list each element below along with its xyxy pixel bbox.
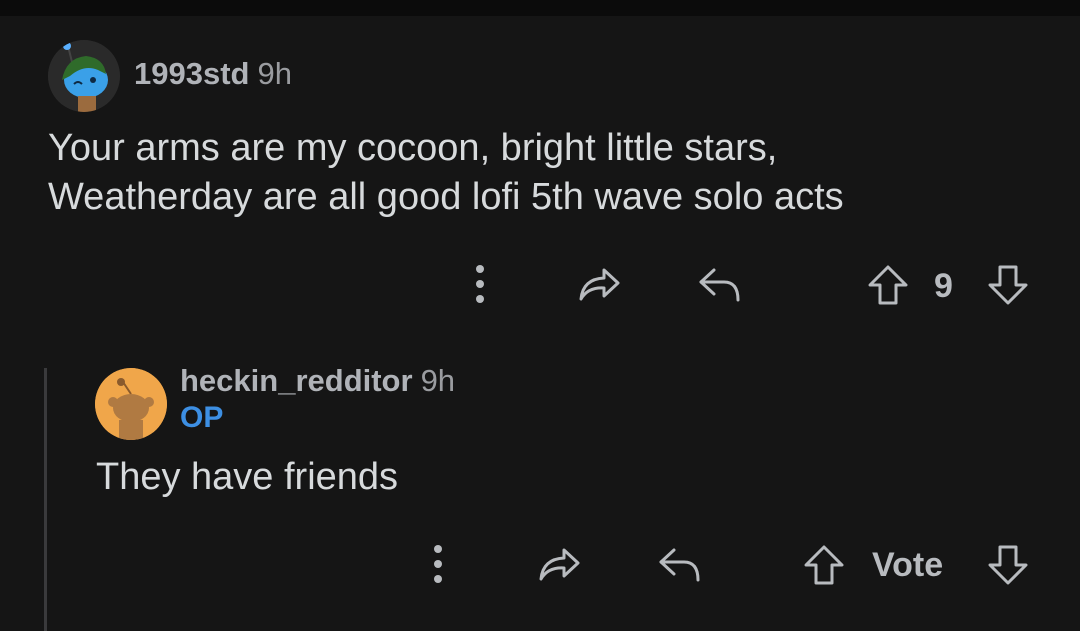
reply-icon [659, 548, 700, 582]
op-flair-badge: OP [180, 401, 224, 434]
downvote-arrow-icon [988, 545, 1028, 585]
snoo-avatar-green-hat-icon [48, 40, 120, 112]
reply-button[interactable] [654, 542, 704, 586]
more-options-button[interactable] [462, 262, 498, 306]
more-vertical-icon [434, 545, 442, 583]
comment-body-line: Your arms are my cocoon, bright little s… [48, 127, 778, 169]
vote-score: 9 [934, 267, 953, 305]
user-avatar[interactable] [95, 368, 167, 440]
thread-collapse-line[interactable] [44, 368, 47, 631]
share-icon [579, 268, 620, 301]
upvote-arrow-icon [868, 265, 908, 305]
reply-button[interactable] [694, 262, 744, 306]
downvote-button[interactable] [984, 542, 1032, 588]
reply-icon [699, 268, 740, 302]
downvote-button[interactable] [984, 262, 1032, 308]
share-button[interactable] [534, 542, 584, 586]
share-icon [539, 548, 580, 581]
downvote-arrow-icon [988, 265, 1028, 305]
share-button[interactable] [574, 262, 624, 306]
upvote-arrow-icon [804, 545, 844, 585]
comment-body-line: Weatherday are all good lofi 5th wave so… [48, 176, 844, 218]
comment-author[interactable]: heckin_redditor 9h [180, 363, 455, 399]
snoo-avatar-default-icon [95, 368, 167, 440]
username-text[interactable]: heckin_redditor [180, 363, 413, 398]
top-status-strip [0, 0, 1080, 16]
comment-body-line: They have friends [96, 456, 399, 498]
comment-timestamp: 9h [257, 56, 292, 91]
upvote-button[interactable] [864, 262, 912, 308]
upvote-button[interactable] [800, 542, 848, 588]
username-text[interactable]: 1993std [134, 56, 249, 91]
comment-author[interactable]: 1993std 9h [134, 56, 292, 92]
more-options-button[interactable] [420, 542, 456, 586]
more-vertical-icon [476, 265, 484, 303]
user-avatar[interactable] [48, 40, 120, 112]
comment-timestamp: 9h [420, 363, 456, 398]
vote-label: Vote [872, 546, 944, 584]
